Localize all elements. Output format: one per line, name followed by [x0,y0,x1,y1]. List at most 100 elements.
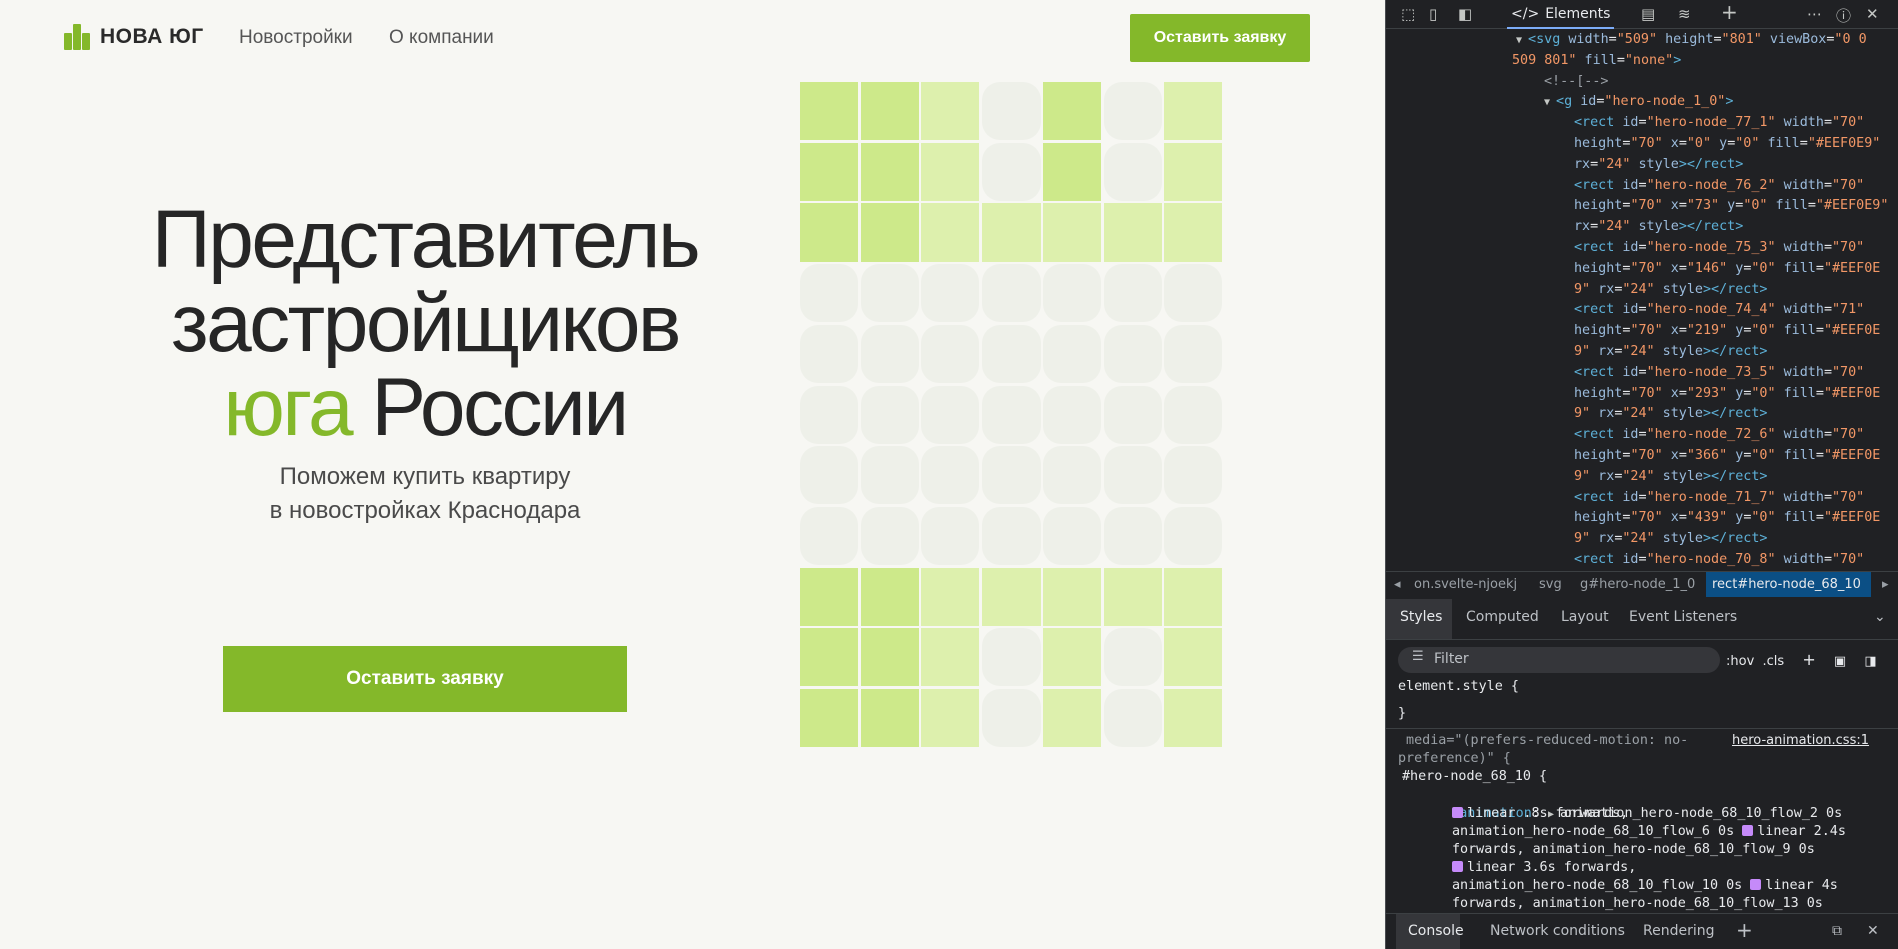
help-icon[interactable]: ⓘ [1836,5,1851,26]
dom-tree-line[interactable]: 509 801" fill="none"> [1512,51,1681,72]
dom-tree-line[interactable]: height="70" x="146" y="0" fill="#EEF0E [1574,259,1880,280]
anim-value-line[interactable]: linear 3.6s forwards, [1452,859,1636,877]
anim-value-line[interactable]: linear .8s forwards, [1452,805,1628,823]
dom-tree-line[interactable]: <rect id="hero-node_71_7" width="70" [1574,488,1864,509]
dom-tree-line[interactable]: <rect id="hero-node_77_1" width="70" [1574,113,1864,134]
hero-grid-cell [1103,324,1162,383]
breadcrumb-scroll-right-icon[interactable]: ▸ [1882,577,1889,592]
hero-animation-grid [800,82,1310,882]
dom-tree-line[interactable]: height="70" x="293" y="0" fill="#EEF0E [1574,384,1880,405]
dom-tree-line[interactable]: <rect id="hero-node_76_2" width="70" [1574,176,1864,197]
dom-tree-line[interactable]: 9" rx="24" style></rect> [1574,404,1768,425]
hero-request-button[interactable]: Оставить заявку [223,646,627,712]
breadcrumb-item[interactable]: svg [1539,577,1562,592]
dom-tree-line[interactable]: height="70" x="0" y="0" fill="#EEF0E9" [1574,134,1880,155]
nav-link-new-buildings[interactable]: Новостройки [239,27,353,49]
dock-drawer-icon[interactable]: ⧉ [1832,923,1842,939]
hero-grid-cell [1164,264,1222,323]
dom-tree-line[interactable]: ▼ <svg width="509" height="801" viewBox=… [1516,30,1867,52]
hero-title-line-2: застройщиков [170,278,682,369]
hero-title-line-1: Представитель [151,194,701,285]
dom-tree-line[interactable]: <rect id="hero-node_72_6" width="70" [1574,425,1864,446]
dom-tree: ▼ <svg width="509" height="801" viewBox=… [1386,30,1898,570]
drawer-tab-console[interactable]: Console [1396,914,1464,949]
hero-grid-cell [921,506,979,566]
tab-computed[interactable]: Computed [1466,609,1539,625]
tab-styles[interactable]: Styles [1386,599,1452,639]
dom-tree-line[interactable]: <!--[--> [1544,72,1609,93]
element-style-rule[interactable]: element.style { [1398,678,1519,696]
device-toolbar-icon[interactable]: ▯ [1429,5,1437,23]
breadcrumb-scroll-left-icon[interactable]: ◂ [1394,577,1401,592]
hero-grid-cell [1043,324,1101,383]
new-style-rule-icon[interactable]: + [1802,650,1815,669]
hov-cls-toggles[interactable]: :hov .cls [1726,654,1784,669]
dom-tree-line[interactable]: height="70" x="219" y="0" fill="#EEF0E [1574,321,1880,342]
dom-tree-line[interactable]: height="70" x="439" y="0" fill="#EEF0E [1574,508,1880,529]
rule-divider [1386,728,1898,729]
breadcrumb-item[interactable]: g#hero-node_1_0 [1580,577,1695,592]
building-logo-icon [64,24,90,50]
dom-tree-line[interactable]: <rect id="hero-node_73_5" width="70" [1574,363,1864,384]
hero-grid-cell [921,264,979,323]
animation-editor-icon[interactable] [1742,825,1754,836]
dom-tree-line[interactable]: rx="24" style></rect> [1574,155,1743,176]
computed-sidebar-icon[interactable]: ▣ [1834,654,1846,669]
breadcrumb-item-active[interactable]: rect#hero-node_68_10 [1706,572,1871,597]
hero-title-accent: юга [223,362,353,453]
more-options-icon[interactable]: ⋯ [1807,5,1822,23]
header-request-button[interactable]: Оставить заявку [1130,14,1310,62]
dom-tree-line[interactable]: 9" rx="24" style></rect> [1574,280,1768,301]
styles-filter-input[interactable]: ☰ Filter [1398,647,1720,673]
chevron-down-icon[interactable]: ⌄ [1874,609,1886,625]
close-drawer-icon[interactable]: ✕ [1867,923,1879,939]
dom-tree-line[interactable]: <rect id="hero-node_74_4" width="71" [1574,300,1864,321]
nav-link-about[interactable]: О компании [389,27,494,49]
anim-value-line[interactable]: forwards, animation_hero-node_68_10_flow… [1452,895,1823,913]
dock-side-icon[interactable]: ◧ [1458,5,1472,23]
dom-tree-line[interactable]: rx="24" style></rect> [1574,217,1743,238]
dom-tree-line[interactable]: height="70" x="366" y="0" fill="#EEF0E [1574,446,1880,467]
tab-elements[interactable]: </> Elements [1507,0,1615,29]
hero-grid-cell [1164,324,1222,383]
network-tab-icon[interactable]: ≋ [1678,5,1691,23]
hero-grid-cell [1043,628,1101,687]
hero-grid-cell [1164,689,1222,748]
anim-value-line[interactable]: forwards, animation_hero-node_68_10_flow… [1452,841,1815,859]
breadcrumb-item[interactable]: on.svelte-njoekj [1414,577,1517,592]
toggle-sidebar-icon[interactable]: ◨ [1864,654,1876,669]
hero-grid-cell [800,506,858,566]
brand-logo[interactable]: НОВА ЮГ [64,24,204,50]
dom-tree-line[interactable]: 9" rx="24" style></rect> [1574,467,1768,488]
website-viewport: НОВА ЮГ Новостройки О компании Оставить … [0,0,1385,949]
css-source-link[interactable]: hero-animation.css:1 [1732,732,1869,750]
add-drawer-tab-icon[interactable]: + [1736,918,1753,942]
css-selector[interactable]: #hero-node_68_10 { [1402,768,1547,786]
anim-value-line[interactable]: animation_hero-node_68_10_flow_6 0s line… [1452,823,1846,841]
drawer-tab-network-conditions[interactable]: Network conditions [1490,923,1625,939]
animation-editor-icon[interactable] [1452,861,1463,872]
close-devtools-icon[interactable]: ✕ [1866,5,1879,23]
drawer-tab-rendering[interactable]: Rendering [1643,923,1715,939]
hero-subtitle-line-2: в новостройках Краснодара [269,497,581,524]
hero-grid-cell [860,385,919,444]
hero-grid-cell [1043,506,1101,566]
anim-value-line[interactable]: animation_hero-node_68_10_flow_10 0s lin… [1452,877,1838,895]
animation-editor-icon[interactable] [1750,879,1762,890]
dom-tree-line[interactable]: <rect id="hero-node_75_3" width="70" [1574,238,1864,259]
inspect-element-icon[interactable]: ⬚ [1401,5,1415,23]
dom-tree-line[interactable]: height="70" x="73" y="0" fill="#EEF0E9" [1574,196,1888,217]
hero-grid-cell [1164,446,1222,505]
dom-tree-line[interactable]: ▼ <g id="hero-node_1_0"> [1544,92,1733,114]
dom-tree-line[interactable]: 9" rx="24" style></rect> [1574,342,1768,363]
more-tabs-plus-icon[interactable]: + [1721,0,1738,24]
dom-tree-line[interactable]: <rect id="hero-node_70_8" width="70" [1574,550,1864,570]
console-tab-icon[interactable]: ▤ [1641,5,1655,23]
tab-layout[interactable]: Layout [1561,609,1609,625]
dom-tree-line[interactable]: 9" rx="24" style></rect> [1574,529,1768,550]
hero-grid-cell [1043,82,1101,141]
hero-grid-cell [800,324,858,383]
hero-grid-cell [1164,203,1222,262]
tab-event-listeners[interactable]: Event Listeners [1629,609,1737,625]
animation-editor-icon[interactable] [1452,807,1463,818]
